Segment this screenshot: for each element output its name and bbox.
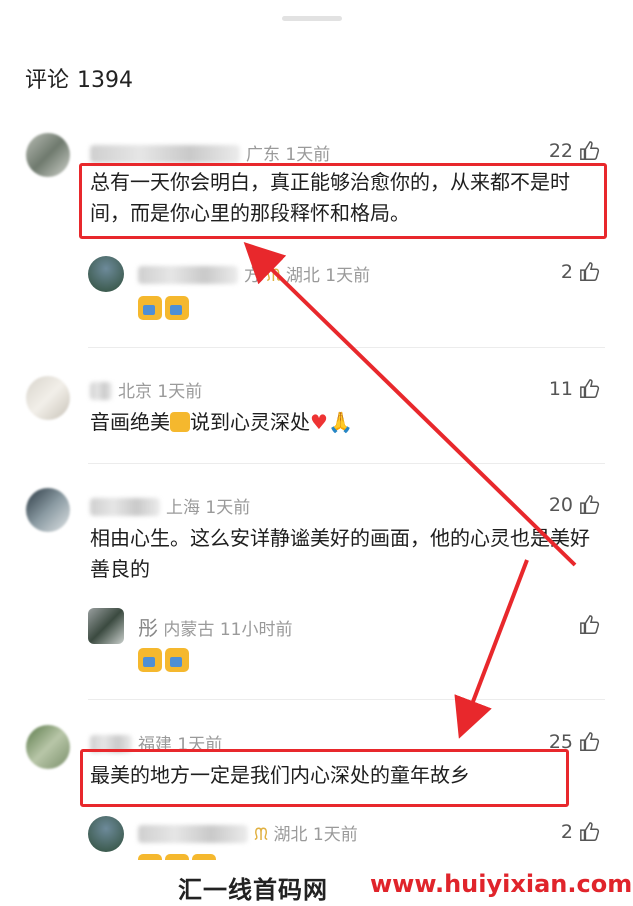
comment-time: 1天前 <box>157 382 203 402</box>
like-count: 20 <box>548 494 573 516</box>
like-button[interactable] <box>579 614 601 636</box>
thumb-up-icon <box>580 732 600 751</box>
comments-title: 评论 <box>25 68 70 93</box>
like-count: 2 <box>560 261 573 283</box>
divider <box>88 699 605 700</box>
badge-icon: ᙏ <box>254 825 269 845</box>
thumbs-emoji-row <box>138 296 189 320</box>
highlight-box <box>80 749 569 807</box>
comments-header: 评论 1394 <box>25 62 141 94</box>
avatar[interactable] <box>88 816 124 852</box>
highlight-box <box>79 163 607 239</box>
like-button[interactable]: 20 <box>549 494 601 516</box>
avatar[interactable] <box>26 133 70 177</box>
comments-count: 1394 <box>77 68 134 93</box>
thumbs-up-emoji-icon <box>170 412 190 432</box>
comment-time: 1天前 <box>285 145 331 165</box>
comment-location: 广东 <box>246 145 280 165</box>
thumbs-up-emoji-icon <box>138 296 162 320</box>
avatar[interactable] <box>26 488 70 532</box>
thumbs-up-emoji-icon <box>165 296 189 320</box>
thumbs-up-emoji-icon <box>138 648 162 672</box>
drag-handle[interactable] <box>282 16 342 21</box>
username-blurred[interactable] <box>138 825 248 843</box>
reply-name[interactable]: 彤 <box>138 616 158 640</box>
reply-location: 湖北 <box>273 825 308 845</box>
thumb-up-icon <box>580 141 600 160</box>
thumb-up-icon <box>580 822 600 841</box>
reply-meta: ᙏ 湖北 1天前 <box>138 820 358 845</box>
comment-text-part: 说到心灵深处 <box>190 410 310 434</box>
username-blurred[interactable] <box>90 145 240 163</box>
like-count: 11 <box>548 378 573 400</box>
badge-icon: ᙏ <box>266 266 281 286</box>
thumbs-up-emoji-icon <box>165 648 189 672</box>
username-blurred[interactable] <box>90 498 160 516</box>
thumb-up-icon <box>580 495 600 514</box>
heart-emoji-icon: ♥ <box>310 410 328 434</box>
thumb-up-icon <box>580 615 600 634</box>
comment-text-part: 音画绝美 <box>90 410 170 434</box>
like-button[interactable]: 2 <box>561 821 601 843</box>
divider <box>88 347 605 348</box>
reply-location: 内蒙古 <box>163 620 215 640</box>
username-blurred[interactable] <box>138 266 238 284</box>
reply-time: 11小时前 <box>219 620 293 640</box>
comment-time: 1天前 <box>205 498 251 518</box>
like-count: 2 <box>560 821 573 843</box>
comment-meta: 北京 1天前 <box>90 377 202 402</box>
thumbs-emoji-row <box>138 648 189 672</box>
comment-location: 北京 <box>118 382 152 402</box>
avatar[interactable] <box>88 608 124 644</box>
thumb-up-icon <box>580 262 600 281</box>
watermark-text: 汇一线首码网 <box>178 876 328 904</box>
divider <box>88 463 605 464</box>
comment-meta: 上海 1天前 <box>90 493 250 518</box>
pray-emoji-icon: 🙏 <box>327 410 353 434</box>
comment-meta: 广东 1天前 <box>90 140 330 165</box>
avatar[interactable] <box>26 376 70 420</box>
reply-time: 1天前 <box>325 266 371 286</box>
reply-location: 湖北 <box>285 266 320 286</box>
comment-text: 音画绝美 说到心灵深处♥🙏 <box>90 407 570 438</box>
reply-name-suffix: 方 <box>244 266 261 286</box>
like-button[interactable]: 11 <box>549 378 601 400</box>
comment-text: 相由心生。这么安详静谧美好的画面，他的心灵也是美好善良的 <box>90 526 590 581</box>
avatar[interactable] <box>88 256 124 292</box>
reply-meta: 方 ᙏ 湖北 1天前 <box>138 261 370 286</box>
reply-meta: 彤 内蒙古 11小时前 <box>138 612 292 641</box>
avatar[interactable] <box>26 725 70 769</box>
like-button[interactable]: 22 <box>549 140 601 162</box>
watermark: 汇一线首码网 www.huiyixian.com <box>0 860 633 906</box>
like-button[interactable]: 2 <box>561 261 601 283</box>
comment-location: 上海 <box>166 498 200 518</box>
like-count: 22 <box>548 140 573 162</box>
watermark-url: www.huiyixian.com <box>370 870 633 898</box>
username-blurred[interactable] <box>90 382 112 400</box>
reply-time: 1天前 <box>312 825 358 845</box>
thumb-up-icon <box>580 379 600 398</box>
